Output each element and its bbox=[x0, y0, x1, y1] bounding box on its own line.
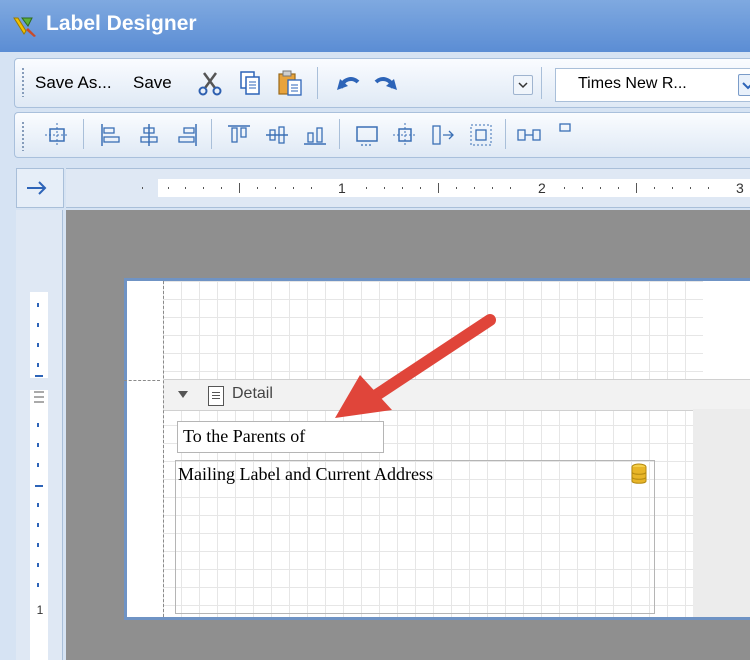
save-button[interactable]: Save bbox=[133, 69, 172, 97]
label-page[interactable]: Detail To the Parents of Mailing Label a… bbox=[124, 278, 750, 620]
center-horizontally-icon[interactable] bbox=[391, 121, 419, 149]
ruler-mark-1: 1 bbox=[338, 180, 346, 196]
horizontal-ruler: 1 2 3 bbox=[66, 168, 750, 208]
toolbar-grip[interactable] bbox=[21, 67, 25, 97]
toolbar-grip[interactable] bbox=[21, 121, 25, 151]
mailing-label-field[interactable]: Mailing Label and Current Address bbox=[175, 460, 655, 614]
detail-band-header[interactable]: Detail bbox=[164, 379, 750, 411]
app-icon bbox=[13, 17, 36, 37]
align-rights-icon[interactable] bbox=[173, 121, 201, 149]
ruler-mark-2: 2 bbox=[538, 180, 546, 196]
detail-band-label: Detail bbox=[232, 385, 273, 402]
chevron-down-icon[interactable] bbox=[738, 74, 750, 96]
align-bottoms-icon[interactable] bbox=[301, 121, 329, 149]
align-tops-icon[interactable] bbox=[225, 121, 253, 149]
label-designer-window: Label Designer Save As... Save Times New… bbox=[0, 0, 750, 660]
ruler-ticks: 1 2 3 bbox=[142, 180, 744, 196]
align-lefts-icon[interactable] bbox=[97, 121, 125, 149]
make-same-width-icon[interactable] bbox=[429, 121, 457, 149]
ruler-toggle[interactable] bbox=[16, 168, 64, 208]
mailing-label-text: Mailing Label and Current Address bbox=[178, 464, 433, 484]
cut-icon[interactable] bbox=[195, 68, 225, 98]
window-title: Label Designer bbox=[46, 12, 197, 35]
layout-toolbar bbox=[14, 112, 750, 158]
toolbar-separator bbox=[339, 119, 340, 149]
parents-text: To the Parents of bbox=[183, 426, 306, 446]
title-bar: Label Designer bbox=[0, 0, 750, 52]
band-grip-icon[interactable] bbox=[34, 391, 44, 403]
margin-line bbox=[163, 281, 164, 617]
toolbar-separator bbox=[211, 119, 212, 149]
vertical-ruler-ticks: 1 bbox=[34, 303, 44, 617]
align-middles-icon[interactable] bbox=[263, 121, 291, 149]
font-name-select[interactable]: Times New R... bbox=[555, 68, 750, 102]
collapse-triangle-icon[interactable] bbox=[178, 391, 188, 398]
database-icon[interactable] bbox=[630, 463, 648, 485]
toolbar-separator bbox=[541, 67, 542, 99]
redo-dropdown-icon[interactable] bbox=[513, 75, 533, 95]
save-as-button[interactable]: Save As... bbox=[35, 69, 112, 97]
vertical-spacing-icon[interactable] bbox=[551, 121, 579, 149]
band-line bbox=[124, 380, 160, 381]
arrow-right-icon bbox=[27, 181, 47, 195]
vertical-ruler: 1 bbox=[16, 210, 63, 660]
toolbar-separator bbox=[83, 119, 84, 149]
band-icon bbox=[208, 386, 224, 406]
size-to-grid-icon[interactable] bbox=[353, 121, 381, 149]
design-surface[interactable]: Detail To the Parents of Mailing Label a… bbox=[66, 210, 750, 660]
font-name-value: Times New R... bbox=[578, 75, 687, 92]
redo-icon[interactable] bbox=[371, 68, 401, 98]
ruler-mark-3: 3 bbox=[736, 180, 744, 196]
paste-icon[interactable] bbox=[275, 68, 305, 98]
band-unused-area bbox=[693, 409, 750, 617]
horizontal-spacing-icon[interactable] bbox=[515, 121, 543, 149]
vertical-ruler-mark-1: 1 bbox=[37, 603, 44, 617]
undo-icon[interactable] bbox=[333, 68, 363, 98]
main-toolbar: Save As... Save Times New R... bbox=[14, 58, 750, 108]
align-to-grid-icon[interactable] bbox=[43, 121, 71, 149]
parents-text-field[interactable]: To the Parents of bbox=[177, 421, 384, 453]
align-centers-icon[interactable] bbox=[135, 121, 163, 149]
toolbar-separator bbox=[317, 67, 318, 99]
copy-icon[interactable] bbox=[235, 68, 265, 98]
toolbar-separator bbox=[505, 119, 506, 149]
make-same-size-icon[interactable] bbox=[467, 121, 495, 149]
